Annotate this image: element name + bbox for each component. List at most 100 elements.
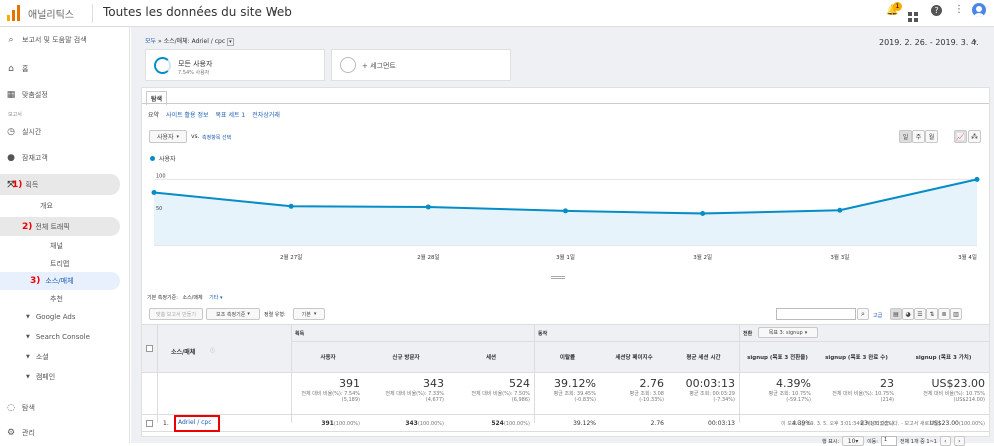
subtab-site-usage[interactable]: 사이트 활용 정보 <box>166 110 208 119</box>
goto-input[interactable]: 1 <box>880 436 897 446</box>
sidebar-item-audience[interactable]: ● 잠재고객 <box>0 149 130 167</box>
column-header[interactable]: 사용자 <box>292 342 364 372</box>
avatar[interactable] <box>972 3 986 17</box>
line-chart-icon[interactable]: 📈 <box>954 130 967 143</box>
more-vert-icon[interactable]: ⋮ <box>954 4 964 15</box>
help-icon[interactable]: ? <box>931 5 942 16</box>
chevron-down-icon[interactable]: ▾ <box>272 8 276 16</box>
sidebar-item-search-console[interactable]: ▼ Search Console <box>0 328 130 346</box>
sidebar-item-custom[interactable]: ▦ 맞춤설정 <box>0 86 130 104</box>
performance-view-icon[interactable]: ☰ <box>914 308 926 320</box>
table-search-input[interactable] <box>776 308 856 320</box>
data-point[interactable] <box>837 207 843 213</box>
date-range[interactable]: 2019. 2. 26. - 2019. 3. 4. <box>879 38 979 47</box>
goto-label: 이동: <box>867 438 878 445</box>
add-segment-button[interactable]: + 세그먼트 <box>331 49 511 81</box>
column-header[interactable]: 신규 방문자 <box>364 342 448 372</box>
dimension-header[interactable]: 소스/매체 <box>171 347 195 356</box>
breadcrumb-sep: » <box>157 38 162 45</box>
logo-text: 애널리틱스 <box>28 10 74 21</box>
apps-grid-icon[interactable] <box>908 7 918 22</box>
rows-dropdown[interactable]: 10 ▾ <box>842 436 865 446</box>
column-header[interactable]: signup (목표 3 완료 수) <box>815 342 898 372</box>
column-header[interactable]: 이탈률 <box>535 342 600 372</box>
sidebar-item-source-medium[interactable]: 3) 소스/매체 <box>0 272 120 290</box>
data-point[interactable] <box>425 204 431 210</box>
column-header[interactable]: 세션 <box>448 342 534 372</box>
sidebar-item-channels[interactable]: 채널 <box>0 237 130 255</box>
analytics-logo-icon[interactable] <box>7 5 21 21</box>
y-tick-label: 50 <box>156 206 162 212</box>
col-divider <box>534 325 535 423</box>
sidebar-search[interactable]: ⌕ 보고서 및 도움말 검색 <box>0 31 130 49</box>
sidebar-item-overview[interactable]: 개요 <box>0 197 130 215</box>
sidebar-section-label: 보고서 <box>8 112 22 118</box>
motion-chart-icon[interactable]: ⁂ <box>968 130 981 143</box>
sidebar-item-label: 전체 트래픽 <box>35 222 70 231</box>
person-icon: ● <box>7 153 15 163</box>
row-checkbox[interactable] <box>146 420 153 427</box>
sort-dropdown[interactable]: 기본 ▾ <box>293 308 325 320</box>
sidebar-item-discover[interactable]: ◌ 탐색 <box>0 399 130 417</box>
subtab-summary[interactable]: 요약 <box>148 110 159 119</box>
sidebar-item-label: Search Console <box>35 333 90 341</box>
data-point[interactable] <box>700 211 706 217</box>
term-cloud-icon[interactable]: ≣ <box>938 308 950 320</box>
granularity-month[interactable]: 월 <box>925 130 938 143</box>
dimension-other[interactable]: 기타 <box>209 295 218 301</box>
column-header[interactable]: 평균 세션 시간 <box>668 342 739 372</box>
table-view-icon[interactable]: ▤ <box>890 308 902 320</box>
column-header[interactable]: 세션당 페이지수 <box>600 342 668 372</box>
secondary-dimension-dropdown[interactable]: 보조 측정기준 ▾ <box>206 308 260 320</box>
pie-view-icon[interactable]: ◕ <box>902 308 914 320</box>
cell-pct: (100.00%) <box>417 421 444 427</box>
metric-label: 사용자 <box>156 134 174 141</box>
subtab-ecommerce[interactable]: 전자상거래 <box>252 110 280 119</box>
select-metric-link[interactable]: 측정항목 선택 <box>202 134 231 141</box>
data-point[interactable] <box>974 176 980 182</box>
breadcrumb-all[interactable]: 모두 <box>145 38 156 45</box>
granularity-week[interactable]: 주 <box>912 130 925 143</box>
chevron-down-icon[interactable]: ▾ <box>973 38 977 46</box>
sidebar-item-label: Google Ads <box>35 313 76 321</box>
sidebar-item-realtime[interactable]: ◷ 실시간 <box>0 123 130 141</box>
cell-value: 524 <box>491 420 504 427</box>
legend-dot-icon <box>150 156 155 161</box>
search-icon[interactable]: ⌕ <box>857 308 869 320</box>
chart-resize-handle[interactable] <box>551 276 565 279</box>
sidebar-item-referrals[interactable]: 추천 <box>0 290 130 308</box>
pivot-view-icon[interactable]: ▥ <box>950 308 962 320</box>
sidebar-item-campaigns[interactable]: ▼ 캠페인 <box>0 368 130 386</box>
sidebar-item-admin[interactable]: ⚙ 관리 <box>0 424 130 442</box>
cell-value: 39.12% <box>573 420 596 427</box>
sidebar-item-acquisition[interactable]: ⤧ 1) 획득 <box>0 174 120 195</box>
chevron-down-icon[interactable]: ▾ <box>220 295 223 301</box>
data-point[interactable] <box>151 190 157 196</box>
view-title[interactable]: Toutes les données du site Web <box>103 5 292 19</box>
comparison-view-icon[interactable]: ⇅ <box>926 308 938 320</box>
sidebar-item-all-traffic[interactable]: 2) 전체 트래픽 <box>0 217 120 236</box>
subtab-goal-set[interactable]: 목표 세트 1 <box>216 110 246 119</box>
sidebar-item-google-ads[interactable]: ▼ Google Ads <box>0 308 130 326</box>
row-cell: 39.12% <box>535 420 600 427</box>
column-header[interactable]: signup (목표 3 전환율) <box>740 342 815 372</box>
select-all-checkbox[interactable] <box>146 345 153 352</box>
breadcrumb-dropdown-icon[interactable]: ▾ <box>227 38 234 46</box>
data-point[interactable] <box>563 208 568 214</box>
data-point[interactable] <box>288 203 294 209</box>
advanced-link[interactable]: 고급 <box>873 312 882 319</box>
total-sub: (-7.34%) <box>713 397 735 403</box>
column-header[interactable]: signup (목표 3 가치) <box>898 342 989 372</box>
metric-dropdown[interactable]: 사용자 ▾ <box>149 130 187 143</box>
prev-page-icon[interactable]: ‹ <box>939 436 951 446</box>
granularity-day[interactable]: 일 <box>899 130 912 143</box>
main-content: 모두 » 소스/매체: Adriel / cpc ▾ 2019. 2. 26. … <box>131 27 994 446</box>
next-page-icon[interactable]: › <box>953 436 965 446</box>
conversion-dropdown[interactable]: 목표 3: signup ▾ <box>758 327 818 338</box>
row-dimension[interactable]: Adriel / cpc <box>178 419 212 426</box>
sidebar-item-home[interactable]: ⌂ 홈 <box>0 60 130 78</box>
sidebar-item-treemap[interactable]: 트리맵 <box>0 255 130 273</box>
sidebar-item-social[interactable]: ▼ 소셜 <box>0 348 130 366</box>
create-report-button[interactable]: 맞춤 보고서 만들기 <box>149 308 203 320</box>
segment-active[interactable]: 모든 사용자 7.54% 사용자 <box>145 49 325 81</box>
